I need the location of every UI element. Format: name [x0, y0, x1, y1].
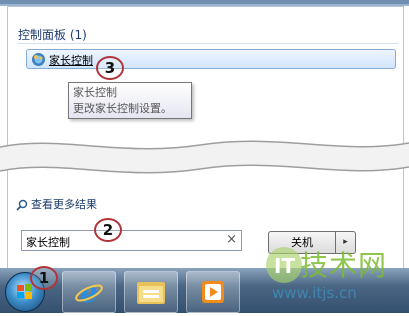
tooltip: 家长控制 更改家长控制设置。: [68, 82, 192, 119]
result-label: 家长控制: [49, 54, 93, 67]
torn-edge: [0, 140, 409, 174]
result-item-parental-controls[interactable]: 家长控制: [26, 49, 396, 69]
see-more-results-link[interactable]: 查看更多结果: [16, 196, 97, 212]
svg-text:IT: IT: [274, 254, 295, 278]
group-title: 控制面板 (1): [18, 28, 87, 42]
step-marker-1: 1: [30, 266, 58, 290]
step-marker-3: 3: [96, 56, 124, 80]
see-more-results-label: 查看更多结果: [31, 198, 97, 211]
search-input[interactable]: 家长控制 ×: [21, 230, 242, 251]
step-marker-2: 2: [94, 218, 122, 242]
internet-explorer-icon: e: [75, 276, 103, 309]
search-icon: [16, 199, 28, 211]
parental-controls-icon: [32, 53, 45, 66]
svg-text:e: e: [80, 276, 98, 309]
watermark-url: www.itjs.cn: [272, 284, 357, 302]
taskbar-button-explorer[interactable]: [124, 271, 178, 313]
tooltip-title: 家长控制: [73, 86, 117, 99]
tooltip-description: 更改家长控制设置。: [73, 102, 172, 115]
search-value: 家长控制: [26, 236, 70, 249]
media-player-icon: [202, 281, 224, 303]
clear-search-icon[interactable]: ×: [226, 232, 237, 247]
taskbar-button-media[interactable]: [186, 271, 240, 313]
taskbar-button-ie[interactable]: e: [62, 271, 116, 313]
group-divider: [18, 43, 398, 44]
windows-explorer-icon: [137, 282, 165, 304]
watermark-brand: 技术网: [300, 249, 388, 282]
